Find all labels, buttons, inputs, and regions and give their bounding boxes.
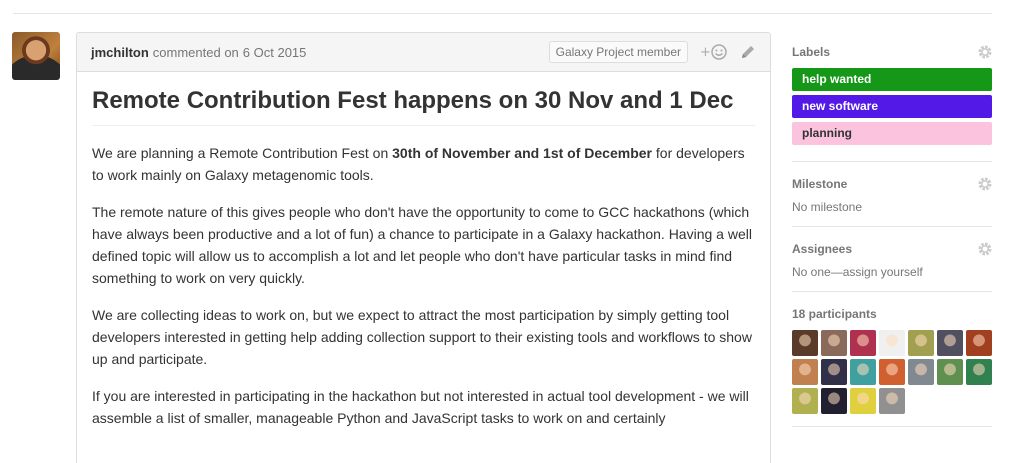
- labels-gear-icon[interactable]: [978, 45, 992, 59]
- avatar[interactable]: [12, 32, 60, 80]
- comment-arrow: [76, 45, 77, 61]
- participant-avatar[interactable]: [966, 330, 992, 356]
- label-planning[interactable]: planning: [792, 122, 992, 145]
- assignees-gear-icon[interactable]: [978, 242, 992, 256]
- comment-header: jmchilton commented on 6 Oct 2015 Galaxy…: [77, 33, 770, 72]
- assignees-value[interactable]: No one—assign yourself: [792, 265, 992, 279]
- participant-avatar[interactable]: [879, 388, 905, 414]
- comment-action: commented on: [152, 44, 239, 60]
- label-help-wanted[interactable]: help wanted: [792, 68, 992, 91]
- participant-avatar[interactable]: [850, 388, 876, 414]
- milestone-heading: Milestone: [792, 177, 848, 191]
- labels-section: Labels help wanted new software planning: [792, 44, 992, 162]
- paragraph-2: The remote nature of this gives people w…: [92, 204, 752, 286]
- labels-heading: Labels: [792, 45, 831, 59]
- milestone-value: No milestone: [792, 200, 863, 214]
- comment-title: Remote Contribution Fest happens on 30 N…: [92, 86, 755, 126]
- assignees-section: Assignees No one—assign yourself: [792, 241, 992, 292]
- paragraph-4: If you are interested in participating i…: [92, 388, 749, 426]
- participant-avatar[interactable]: [850, 330, 876, 356]
- participants-grid: [792, 330, 992, 414]
- comment-date[interactable]: 6 Oct 2015: [243, 45, 307, 60]
- paragraph-1: We are planning a Remote Contribution Fe…: [92, 145, 745, 183]
- participant-avatar[interactable]: [908, 359, 934, 385]
- member-badge: Galaxy Project member: [548, 41, 688, 63]
- participant-avatar[interactable]: [792, 388, 818, 414]
- fest-dates: 30th of November and 1st of December: [392, 145, 652, 161]
- author-link[interactable]: jmchilton: [91, 45, 149, 60]
- labels-list: help wanted new software planning: [792, 68, 992, 145]
- participant-avatar[interactable]: [850, 359, 876, 385]
- assignees-heading: Assignees: [792, 242, 853, 256]
- participant-avatar[interactable]: [937, 359, 963, 385]
- svg-text:+: +: [700, 45, 711, 60]
- add-reaction-icon[interactable]: +: [700, 43, 728, 61]
- milestone-gear-icon[interactable]: [978, 177, 992, 191]
- participants-heading: 18 participants: [792, 307, 877, 321]
- participant-avatar[interactable]: [821, 388, 847, 414]
- participant-avatar[interactable]: [908, 330, 934, 356]
- participants-section: 18 participants: [792, 306, 992, 427]
- comment-body: Remote Contribution Fest happens on 30 N…: [77, 72, 770, 429]
- participant-avatar[interactable]: [821, 330, 847, 356]
- top-divider: [13, 13, 992, 14]
- participant-avatar[interactable]: [821, 359, 847, 385]
- participant-avatar[interactable]: [879, 359, 905, 385]
- milestone-section: Milestone No milestone: [792, 176, 992, 227]
- participant-avatar[interactable]: [966, 359, 992, 385]
- participant-avatar[interactable]: [792, 330, 818, 356]
- issue-comment: jmchilton commented on 6 Oct 2015 Galaxy…: [76, 32, 771, 463]
- label-new-software[interactable]: new software: [792, 95, 992, 118]
- issue-sidebar: Labels help wanted new software planning M…: [792, 32, 992, 441]
- participant-avatar[interactable]: [879, 330, 905, 356]
- edit-pencil-icon[interactable]: [740, 44, 756, 60]
- paragraph-3: We are collecting ideas to work on, but …: [92, 307, 752, 367]
- participant-avatar[interactable]: [792, 359, 818, 385]
- participant-avatar[interactable]: [937, 330, 963, 356]
